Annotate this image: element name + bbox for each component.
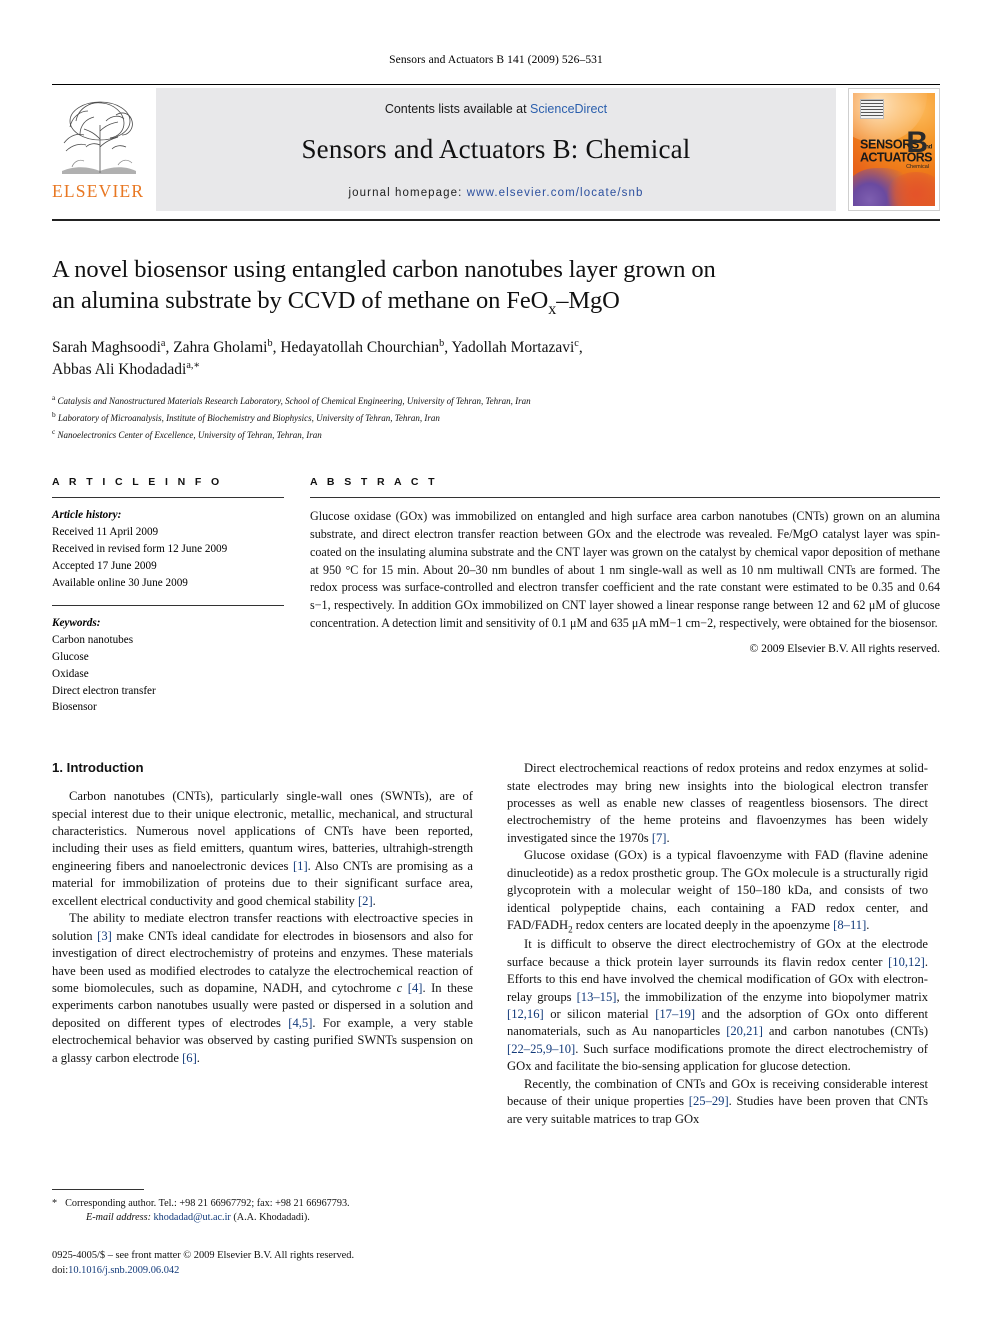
footnote-star: * bbox=[52, 1197, 58, 1209]
title-block: A novel biosensor using entangled carbon… bbox=[52, 255, 940, 442]
author-line-2: Abbas Ali Khodadadia,∗ bbox=[52, 360, 201, 379]
corresponding-author-text: Corresponding author. Tel.: +98 21 66967… bbox=[65, 1197, 350, 1209]
cover-series-letter: B bbox=[906, 125, 928, 159]
paragraph: Direct electrochemical reactions of redo… bbox=[507, 761, 928, 845]
citation-ref[interactable]: [7] bbox=[652, 831, 667, 845]
citation-ref[interactable]: [4] bbox=[408, 981, 423, 995]
history-revised: Received in revised form 12 June 2009 bbox=[52, 543, 228, 555]
page-title: A novel biosensor using entangled carbon… bbox=[52, 255, 940, 320]
corresponding-author-note: * Corresponding author. Tel.: +98 21 6696… bbox=[52, 1197, 473, 1226]
affiliation-b: b Laboratory of Microanalysis, Institute… bbox=[52, 410, 440, 424]
citation-ref[interactable]: [4,5] bbox=[288, 1016, 312, 1030]
author-list: Sarah Maghsoodia, Zahra Gholamib, Hedaya… bbox=[52, 337, 940, 381]
footnote-block: * Corresponding author. Tel.: +98 21 6696… bbox=[52, 1188, 473, 1279]
abstract-copyright: © 2009 Elsevier B.V. All rights reserved… bbox=[749, 641, 940, 655]
author-line-1: Sarah Maghsoodia, Zahra Gholamib, Hedaya… bbox=[52, 338, 583, 357]
abstract-rule bbox=[310, 497, 940, 499]
doi-link[interactable]: 10.1016/j.snb.2009.06.042 bbox=[68, 1265, 179, 1276]
article-info-column: A R T I C L E I N F O Article history: R… bbox=[52, 476, 284, 716]
contents-available-line: Contents lists available at ScienceDirec… bbox=[385, 102, 607, 116]
citation-ref[interactable]: [8–11] bbox=[833, 918, 866, 932]
homepage-url-link[interactable]: www.elsevier.com/locate/snb bbox=[467, 187, 644, 199]
citation-ref[interactable]: [6] bbox=[182, 1051, 197, 1065]
history-received: Received 11 April 2009 bbox=[52, 526, 159, 539]
keywords-rule bbox=[52, 605, 284, 607]
citation-ref[interactable]: [2] bbox=[358, 894, 373, 908]
journal-cover-thumbnail[interactable]: SENSORS and ACTUATORS B Chemical bbox=[848, 88, 940, 211]
paragraph: Glucose oxidase (GOx) is a typical flavo… bbox=[507, 848, 928, 935]
title-line-2b: –MgO bbox=[556, 286, 620, 314]
running-head: Sensors and Actuators B 141 (2009) 526–5… bbox=[389, 54, 603, 66]
cover-elsevier-mark-icon bbox=[860, 99, 884, 119]
info-abstract-section: A R T I C L E I N F O Article history: R… bbox=[52, 476, 940, 716]
elsevier-logo: ELSEVIER bbox=[52, 85, 144, 217]
article-info-heading: A R T I C L E I N F O bbox=[52, 476, 223, 489]
article-history-block: Article history: Received 11 April 2009 … bbox=[52, 507, 284, 591]
section-heading-introduction: 1. Introduction bbox=[52, 760, 144, 776]
body-column-right: Direct electrochemical reactions of redo… bbox=[507, 760, 928, 1128]
paragraph: The ability to mediate electron transfer… bbox=[52, 911, 473, 1065]
paragraph: Carbon nanotubes (CNTs), particularly si… bbox=[52, 789, 474, 908]
keywords-label: Keywords: bbox=[52, 617, 101, 630]
article-page: Sensors and Actuators B 141 (2009) 526–5… bbox=[0, 0, 992, 1323]
citation-ref[interactable]: [13–15] bbox=[577, 990, 617, 1004]
citation-ref[interactable]: [20,21] bbox=[726, 1024, 763, 1038]
citation-ref[interactable]: [22–25,9–10] bbox=[507, 1042, 575, 1056]
keyword-item: Carbon nanotubes bbox=[52, 634, 134, 647]
doi-label: doi: bbox=[52, 1265, 69, 1277]
citation-ref[interactable]: [10,12] bbox=[888, 955, 925, 969]
article-history-label: Article history: bbox=[52, 509, 122, 522]
elsevier-wordmark: ELSEVIER bbox=[52, 181, 145, 201]
cover-artwork: SENSORS and ACTUATORS B Chemical bbox=[853, 93, 935, 206]
keyword-item: Direct electron transfer bbox=[52, 684, 156, 697]
keyword-item: Oxidase bbox=[52, 667, 89, 680]
issn-line: 0925-4005/$ – see front matter © 2009 El… bbox=[52, 1249, 355, 1261]
citation-ref[interactable]: [17–19] bbox=[655, 1007, 695, 1021]
email-link[interactable]: khodadad@ut.ac.ir bbox=[154, 1212, 231, 1223]
elsevier-tree-icon bbox=[56, 91, 140, 179]
paragraph: It is difficult to observe the direct el… bbox=[507, 937, 929, 1074]
article-info-rule bbox=[52, 497, 284, 499]
body-columns: 1. Introduction Carbon nanotubes (CNTs),… bbox=[52, 760, 940, 1128]
contents-prefix: Contents lists available at bbox=[384, 102, 531, 116]
title-line-1: A novel biosensor using entangled carbon… bbox=[52, 256, 716, 283]
citation-ref[interactable]: [25–29] bbox=[689, 1094, 729, 1108]
email-owner: (A.A. Khodadadi). bbox=[233, 1212, 310, 1224]
paragraph: Recently, the combination of CNTs and GO… bbox=[507, 1076, 928, 1126]
history-online: Available online 30 June 2009 bbox=[52, 576, 188, 589]
title-line-2a: an alumina substrate by CCVD of methane … bbox=[52, 286, 549, 314]
doi-line: doi:10.1016/j.snb.2009.06.042 bbox=[52, 1263, 473, 1279]
citation-ref[interactable]: [12,16] bbox=[507, 1007, 544, 1021]
abstract-heading: A B S T R A C T bbox=[310, 476, 438, 489]
abstract-column: A B S T R A C T Glucose oxidase (GOx) wa… bbox=[310, 476, 940, 716]
affiliation-a: a Catalysis and Nanostructured Materials… bbox=[52, 393, 531, 407]
journal-band: Contents lists available at ScienceDirec… bbox=[156, 88, 836, 211]
footnote-rule bbox=[52, 1188, 144, 1190]
history-accepted: Accepted 17 June 2009 bbox=[52, 559, 157, 572]
journal-title: Sensors and Actuators B: Chemical bbox=[301, 134, 691, 164]
title-subscript: x bbox=[548, 300, 557, 318]
issn-copyright-block: 0925-4005/$ – see front matter © 2009 El… bbox=[52, 1248, 473, 1279]
abstract-text: Glucose oxidase (GOx) was immobilized on… bbox=[310, 509, 940, 630]
sciencedirect-link[interactable]: ScienceDirect bbox=[530, 102, 607, 116]
citation-ref[interactable]: [3] bbox=[97, 929, 112, 943]
body-column-left: 1. Introduction Carbon nanotubes (CNTs),… bbox=[52, 760, 473, 1128]
cover-subtitle: Chemical bbox=[906, 164, 929, 171]
journal-masthead: ELSEVIER Contents lists available at Sci… bbox=[52, 84, 940, 217]
keyword-item: Biosensor bbox=[52, 701, 97, 714]
affiliation-list: a Catalysis and Nanostructured Materials… bbox=[52, 392, 940, 442]
homepage-label: journal homepage: bbox=[348, 187, 463, 199]
keywords-block: Keywords: Carbon nanotubes Glucose Oxida… bbox=[52, 615, 284, 716]
keyword-item: Glucose bbox=[52, 650, 89, 663]
journal-homepage-line: journal homepage: www.elsevier.com/locat… bbox=[349, 187, 644, 199]
affiliation-c: c Nanoelectronics Center of Excellence, … bbox=[52, 426, 322, 440]
abstract-body: Glucose oxidase (GOx) was immobilized on… bbox=[310, 508, 940, 632]
email-label: E-mail address: bbox=[86, 1212, 151, 1224]
masthead-bottom-rule bbox=[52, 219, 940, 221]
citation-ref[interactable]: [1] bbox=[293, 859, 308, 873]
